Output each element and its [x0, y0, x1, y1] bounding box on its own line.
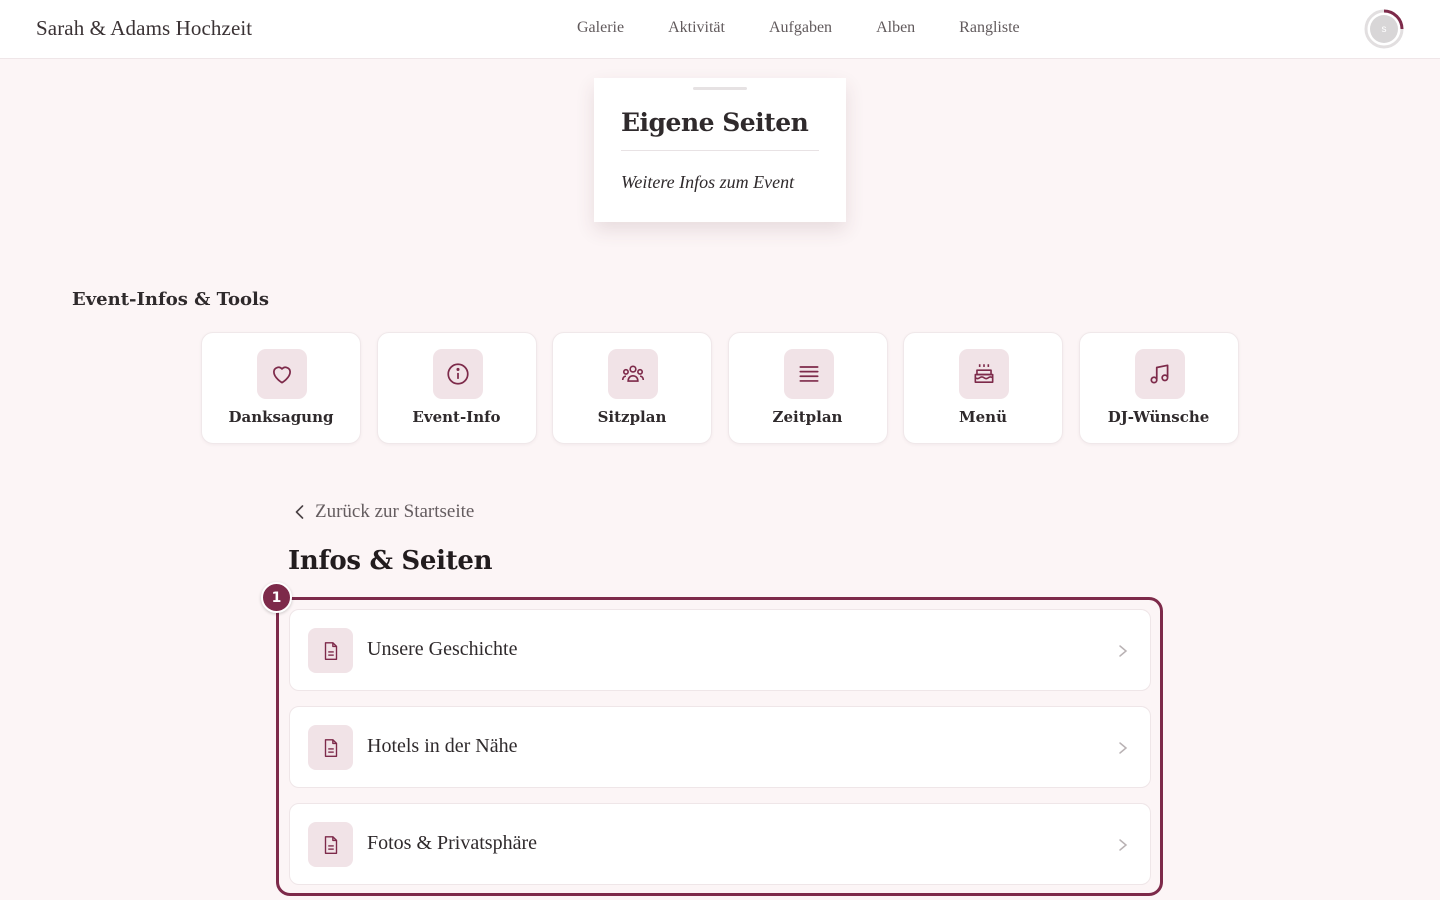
- brand-title[interactable]: Sarah & Adams Hochzeit: [36, 16, 252, 41]
- back-link-label: Zurück zur Startseite: [315, 501, 475, 522]
- drag-handle: [693, 87, 747, 90]
- tool-label: Menü: [959, 408, 1007, 426]
- page-row-label: Hotels in der Nähe: [367, 735, 518, 757]
- tool-menue[interactable]: Menü: [903, 332, 1063, 444]
- page-row-hotels[interactable]: Hotels in der Nähe: [289, 706, 1151, 788]
- page-row-unsere-geschichte[interactable]: Unsere Geschichte: [289, 609, 1151, 691]
- cake-icon: [959, 349, 1009, 399]
- pages-list: Unsere Geschichte Hotels in der Nähe Fot…: [289, 609, 1151, 900]
- tool-label: Event-Info: [412, 408, 501, 426]
- tool-danksagung[interactable]: Danksagung: [201, 332, 361, 444]
- divider: [621, 150, 819, 151]
- music-icon: [1134, 349, 1185, 399]
- top-header: Sarah & Adams Hochzeit Galerie Aktivität…: [0, 0, 1440, 59]
- tool-zeitplan[interactable]: Zeitplan: [727, 332, 888, 444]
- tool-sitzplan[interactable]: Sitzplan: [552, 332, 712, 444]
- nav-rangliste[interactable]: Rangliste: [959, 19, 1019, 37]
- chevron-left-icon: [295, 505, 304, 519]
- page-row-label: Unsere Geschichte: [367, 638, 518, 660]
- list-icon: [783, 349, 834, 399]
- tools-grid: Danksagung Event-Info Sitzplan Zeitplan …: [201, 332, 1254, 444]
- card-title: Eigene Seiten: [621, 108, 809, 137]
- tools-section-title: Event-Infos & Tools: [72, 289, 269, 310]
- custom-pages-card: Eigene Seiten Weitere Infos zum Event: [594, 78, 846, 222]
- tool-dj-wuensche[interactable]: DJ-Wünsche: [1078, 332, 1239, 444]
- nav-aktivitaet[interactable]: Aktivität: [668, 19, 725, 37]
- page-title: Infos & Seiten: [288, 546, 493, 576]
- tool-label: Danksagung: [228, 408, 334, 426]
- avatar-initial: s: [1370, 15, 1398, 43]
- heart-icon: [257, 349, 307, 399]
- nav-alben[interactable]: Alben: [876, 19, 915, 37]
- step-badge: 1: [261, 582, 292, 613]
- chevron-right-icon: [1119, 645, 1128, 657]
- tool-event-info[interactable]: Event-Info: [376, 332, 537, 444]
- tool-label: DJ-Wünsche: [1107, 408, 1210, 426]
- document-icon: [308, 725, 353, 770]
- document-icon: [308, 822, 353, 867]
- page-row-label: Fotos & Privatsphäre: [367, 832, 537, 854]
- avatar[interactable]: s: [1363, 8, 1405, 50]
- page-row-fotos[interactable]: Fotos & Privatsphäre: [289, 803, 1151, 885]
- tool-label: Sitzplan: [597, 408, 667, 426]
- info-icon: [432, 349, 483, 399]
- document-icon: [308, 628, 353, 673]
- chevron-right-icon: [1119, 742, 1128, 754]
- chevron-right-icon: [1119, 839, 1128, 851]
- tool-label: Zeitplan: [772, 408, 843, 426]
- main-nav: Galerie Aktivität Aufgaben Alben Ranglis…: [577, 19, 1064, 37]
- nav-galerie[interactable]: Galerie: [577, 19, 624, 37]
- card-subtitle: Weitere Infos zum Event: [621, 172, 795, 192]
- people-icon: [608, 349, 658, 399]
- back-link[interactable]: Zurück zur Startseite: [290, 501, 474, 523]
- nav-aufgaben[interactable]: Aufgaben: [769, 19, 832, 37]
